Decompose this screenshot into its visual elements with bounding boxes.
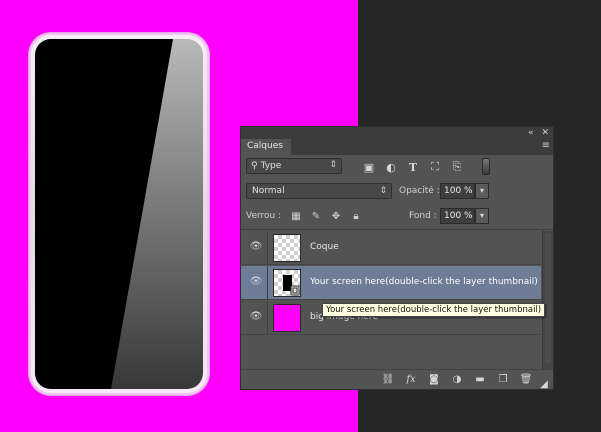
panel-tabbar: Calques ≡	[241, 139, 553, 155]
mask-icon[interactable]: ◙	[427, 374, 441, 385]
close-icon[interactable]: ✕	[541, 127, 549, 139]
eye-icon[interactable]: 👁︎	[249, 276, 263, 288]
blend-mode-value: Normal	[252, 186, 285, 196]
tooltip: Your screen here(double-click the layer …	[322, 303, 546, 317]
layers-list: 👁︎ Coque 👁︎ Your screen here(double-clic…	[241, 231, 541, 366]
layers-scrollbar[interactable]	[542, 231, 553, 371]
layers-panel: « ✕ Calques ≡ ⚲ Type ⇕ ▣ ◐ T ⛶ ⎘ Normal …	[240, 126, 554, 390]
fill-input[interactable]: 100 %	[440, 208, 475, 224]
eye-icon[interactable]: 👁︎	[249, 311, 263, 323]
tab-layers[interactable]: Calques	[241, 139, 291, 155]
layer-thumbnail[interactable]	[273, 234, 301, 262]
filter-row: ⚲ Type ⇕ ▣ ◐ T ⛶ ⎘	[241, 155, 553, 179]
filter-kind-value: Type	[260, 161, 282, 171]
phone-screen	[35, 39, 203, 389]
lock-row: Verrou : ▦ ✎ ✥ 🔒︎ Fond : 100 % ▾	[241, 204, 553, 230]
panel-footer: ⛓ fx ◙ ◑ ▬ ❐ 🗑︎ ◢	[241, 369, 553, 390]
search-icon: ⚲	[251, 161, 258, 171]
lock-all-icon[interactable]: 🔒︎	[349, 208, 363, 224]
divider	[267, 231, 268, 265]
opacity-input[interactable]: 100 %	[440, 183, 475, 199]
layer-row-selected[interactable]: 👁︎ Your screen here(double-click the lay…	[241, 266, 541, 300]
image-filter-icon[interactable]: ▣	[361, 159, 377, 175]
divider	[267, 301, 268, 335]
collapse-icon[interactable]: «	[528, 127, 534, 139]
divider	[267, 266, 268, 300]
scrollbar-thumb[interactable]	[545, 233, 551, 363]
lock-transparent-icon[interactable]: ▦	[289, 208, 303, 224]
blend-row: Normal ⇕ Opacité : 100 % ▾	[241, 180, 553, 204]
folder-icon[interactable]: ▬	[473, 374, 487, 385]
filter-kind-dropdown[interactable]: ⚲ Type ⇕	[246, 158, 342, 174]
trash-icon[interactable]: 🗑︎	[519, 374, 533, 385]
adjustment-filter-icon[interactable]: ◐	[383, 159, 399, 175]
opacity-arrow-icon[interactable]: ▾	[475, 183, 489, 199]
opacity-label: Opacité :	[399, 186, 440, 196]
chevron-updown-icon: ⇕	[379, 186, 387, 196]
layer-row[interactable]: 👁︎ Coque	[241, 231, 541, 265]
lock-move-icon[interactable]: ✥	[329, 208, 343, 224]
smart-object-filter-icon[interactable]: ⎘	[449, 159, 465, 175]
layer-thumbnail-smart-object[interactable]	[273, 269, 301, 297]
shape-filter-icon[interactable]: ⛶	[427, 159, 443, 175]
lock-label: Verrou :	[246, 211, 282, 221]
layer-name[interactable]: Coque	[310, 242, 339, 252]
new-layer-icon[interactable]: ❐	[496, 374, 510, 385]
panel-topbar: « ✕	[241, 127, 553, 139]
phone-mockup	[29, 33, 209, 395]
adjustment-icon[interactable]: ◑	[450, 374, 464, 385]
panel-menu-icon[interactable]: ≡	[542, 141, 550, 151]
chevron-updown-icon: ⇕	[329, 160, 337, 170]
eye-icon[interactable]: 👁︎	[249, 241, 263, 253]
filter-toggle[interactable]	[482, 158, 490, 175]
link-icon[interactable]: ⛓	[381, 374, 395, 385]
layer-name[interactable]: Your screen here(double-click the layer …	[310, 277, 538, 287]
fill-arrow-icon[interactable]: ▾	[475, 208, 489, 224]
resize-grip-icon[interactable]: ◢	[537, 379, 551, 390]
text-filter-icon[interactable]: T	[405, 159, 421, 175]
lock-brush-icon[interactable]: ✎	[309, 208, 323, 224]
blend-mode-dropdown[interactable]: Normal ⇕	[246, 183, 392, 199]
fill-label: Fond :	[409, 211, 437, 221]
layer-thumbnail[interactable]	[273, 304, 301, 332]
fx-icon[interactable]: fx	[404, 374, 418, 385]
